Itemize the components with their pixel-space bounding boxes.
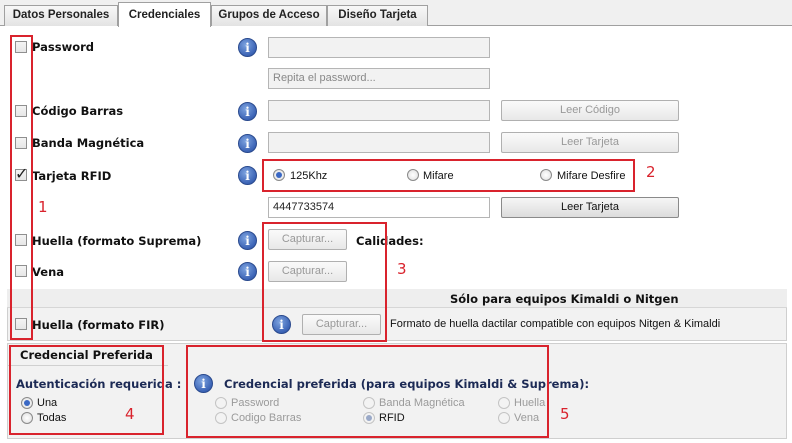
annotation-box-4 bbox=[9, 345, 164, 435]
tab-credenciales[interactable]: Credenciales bbox=[118, 2, 211, 27]
info-icon[interactable]: i bbox=[238, 38, 257, 57]
rfid-number-input[interactable]: 4447733574 bbox=[268, 197, 490, 218]
huella-suprema-label: Huella (formato Suprema) bbox=[32, 234, 202, 248]
tab-diseno-tarjeta[interactable]: Diseño Tarjeta bbox=[327, 5, 428, 26]
annotation-number-1: 1 bbox=[38, 198, 48, 216]
tab-grupos-de-acceso[interactable]: Grupos de Acceso bbox=[211, 5, 327, 26]
read-rfid-button[interactable]: Leer Tarjeta bbox=[501, 197, 679, 218]
annotation-number-2: 2 bbox=[646, 163, 656, 181]
annotation-number-5: 5 bbox=[560, 405, 570, 423]
huella-fir-label: Huella (formato FIR) bbox=[32, 318, 165, 332]
tab-datos-personales[interactable]: Datos Personales bbox=[4, 5, 118, 26]
annotation-number-4: 4 bbox=[125, 405, 135, 423]
password-input[interactable] bbox=[268, 37, 490, 58]
vena-label: Vena bbox=[32, 265, 65, 279]
password-label: Password bbox=[32, 40, 94, 54]
tab-bar: Datos Personales Credenciales Grupos de … bbox=[0, 0, 792, 27]
read-magstripe-button[interactable]: Leer Tarjeta bbox=[501, 132, 679, 153]
magstripe-label: Banda Magnética bbox=[32, 136, 145, 150]
huella-fir-description: Formato de huella dactilar compatible co… bbox=[390, 318, 721, 330]
annotation-box-2 bbox=[262, 159, 635, 192]
kimaldi-header: Sólo para equipos Kimaldi o Nitgen bbox=[450, 292, 679, 306]
annotation-box-5 bbox=[186, 345, 549, 438]
info-icon[interactable]: i bbox=[238, 166, 257, 185]
rfid-label: Tarjeta RFID bbox=[32, 169, 112, 183]
info-icon[interactable]: i bbox=[238, 134, 257, 153]
barcode-input[interactable] bbox=[268, 100, 490, 121]
read-barcode-button[interactable]: Leer Código bbox=[501, 100, 679, 121]
barcode-label: Código Barras bbox=[32, 104, 124, 118]
info-icon[interactable]: i bbox=[238, 262, 257, 281]
info-icon[interactable]: i bbox=[238, 231, 257, 250]
annotation-box-1 bbox=[10, 35, 33, 340]
password-repeat-input[interactable]: Repita el password... bbox=[268, 68, 490, 89]
annotation-number-3: 3 bbox=[397, 260, 407, 278]
info-icon[interactable]: i bbox=[238, 102, 257, 121]
annotation-box-3 bbox=[262, 222, 387, 342]
magstripe-input[interactable] bbox=[268, 132, 490, 153]
